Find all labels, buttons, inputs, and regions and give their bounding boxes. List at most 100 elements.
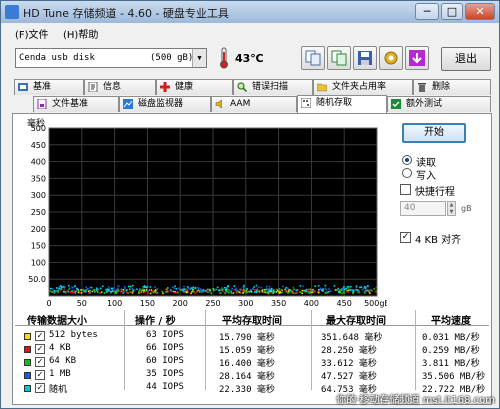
speed-cell: 35.506 MB/秒 — [422, 372, 486, 382]
radio-dot[interactable] — [402, 168, 412, 178]
data-point — [131, 292, 134, 294]
tab-error-scan[interactable]: 错误扫描 — [233, 79, 313, 95]
data-point — [268, 288, 271, 290]
data-point — [230, 292, 233, 295]
quick-stroke-checkbox[interactable] — [400, 184, 411, 195]
tab-health[interactable]: 健康 — [156, 79, 233, 95]
data-point — [201, 290, 203, 293]
data-point — [125, 291, 128, 294]
copy-info-button[interactable] — [301, 46, 325, 70]
data-point — [262, 288, 264, 291]
series-checkbox[interactable]: ✓ — [35, 344, 45, 354]
data-point — [133, 289, 136, 292]
tab-disk-monitor[interactable]: 磁盘监视器 — [119, 96, 211, 112]
data-point — [369, 292, 371, 295]
minimize-button[interactable]: ─ — [415, 3, 439, 20]
data-point — [299, 291, 302, 293]
data-point — [359, 286, 361, 289]
data-point — [81, 289, 83, 292]
tab-file-benchmark[interactable]: 文件基准 — [33, 96, 119, 112]
data-point — [152, 291, 155, 293]
transfer-size-cell: 1 MB — [49, 369, 71, 379]
data-point — [342, 292, 345, 294]
data-point — [220, 287, 223, 289]
data-point — [106, 288, 109, 290]
tab-label: 删除 — [432, 82, 451, 92]
quick-stroke-input[interactable]: 40 — [400, 201, 446, 216]
ops-cell: 60 IOPS — [146, 356, 184, 366]
series-checkbox[interactable]: ✓ — [35, 383, 45, 393]
data-point — [75, 290, 77, 293]
tab-label: 文件夹占用率 — [332, 82, 387, 92]
data-point — [192, 290, 195, 293]
quick-stroke-label: 快捷行程 — [415, 187, 455, 198]
data-point — [145, 289, 148, 292]
y-tick-label: 250 — [31, 208, 46, 217]
data-point — [103, 291, 106, 294]
data-point — [355, 285, 358, 288]
speaker-icon — [215, 99, 222, 109]
file-benchmark-icon — [37, 99, 47, 109]
data-point — [108, 288, 110, 291]
series-checkbox[interactable]: ✓ — [35, 357, 45, 367]
data-point — [255, 284, 258, 287]
data-point — [147, 290, 150, 292]
data-point — [206, 288, 209, 291]
tab-aam[interactable]: AAM — [211, 96, 297, 112]
data-point — [84, 289, 87, 291]
tab-extra-tests[interactable]: 额外测试 — [387, 96, 491, 112]
data-point — [253, 286, 255, 288]
tab-info[interactable]: 信息 — [84, 79, 156, 95]
data-point — [177, 291, 179, 294]
save-button[interactable] — [353, 46, 377, 70]
transfer-size-cell: 512 bytes — [49, 330, 98, 340]
tab-random-access[interactable]: 随机存取 — [297, 95, 387, 113]
menu-file[interactable]: (F)文件 — [15, 26, 49, 41]
data-point — [334, 289, 337, 291]
drive-select[interactable]: Cenda usb disk (500 gB) ▼ — [15, 48, 207, 68]
data-point — [63, 290, 65, 293]
data-point — [218, 289, 220, 292]
data-point — [187, 286, 189, 288]
tab-benchmark[interactable]: 基准 — [14, 79, 84, 95]
tab-erase[interactable]: 删除 — [413, 79, 491, 95]
data-point — [120, 288, 123, 291]
max-cell: 47.527 毫秒 — [321, 372, 377, 382]
exit-button[interactable]: 退出 — [441, 47, 491, 71]
data-point — [59, 289, 62, 292]
menu-help[interactable]: (H)帮助 — [63, 26, 98, 41]
avg-cell: 22.330 毫秒 — [219, 385, 275, 395]
data-point — [222, 290, 225, 293]
random-access-icon — [301, 98, 311, 108]
random-access-chart: 毫秒 500 450 400 350 300 250 200 150 100 50.0 0 50 100… — [15, 116, 390, 311]
drive-size: (500 gB) — [150, 53, 194, 63]
series-color-swatch — [24, 385, 31, 392]
table-row: ✓ 512 bytes 63 IOPS 15.790 毫秒 351.648 毫秒 0.03… — [15, 330, 489, 343]
quick-stroke-spinner[interactable]: ▲ ▼ — [447, 201, 456, 216]
data-point — [129, 291, 131, 293]
title-bar[interactable]: HD Tune 存储频道 - 4.60 - 硬盘专业工具 ─ □ ✕ — [1, 1, 499, 23]
copy-screen-button[interactable] — [327, 46, 351, 70]
maximize-button[interactable]: □ — [441, 3, 463, 20]
data-point — [212, 288, 215, 290]
data-point — [91, 290, 94, 293]
data-point — [127, 292, 129, 294]
window-title: HD Tune 存储频道 - 4.60 - 硬盘专业工具 — [23, 7, 229, 20]
radio-dot[interactable] — [402, 155, 412, 165]
chevron-down-icon[interactable]: ▼ — [192, 49, 206, 67]
align-4kb-checkbox[interactable]: ✓ — [400, 232, 411, 243]
data-point — [112, 290, 114, 292]
series-checkbox[interactable]: ✓ — [35, 370, 45, 380]
data-point — [242, 286, 245, 289]
options-button[interactable] — [379, 46, 403, 70]
start-button[interactable]: 开始 — [402, 123, 466, 143]
series-checkbox[interactable]: ✓ — [35, 331, 45, 341]
health-cross-icon — [160, 82, 170, 92]
data-point — [51, 287, 54, 290]
data-point — [292, 289, 294, 292]
download-button[interactable] — [405, 46, 429, 70]
data-point — [230, 290, 233, 293]
close-button[interactable]: ✕ — [465, 3, 495, 20]
data-point — [269, 289, 271, 292]
tab-folder-usage[interactable]: 文件夹占用率 — [313, 79, 413, 95]
